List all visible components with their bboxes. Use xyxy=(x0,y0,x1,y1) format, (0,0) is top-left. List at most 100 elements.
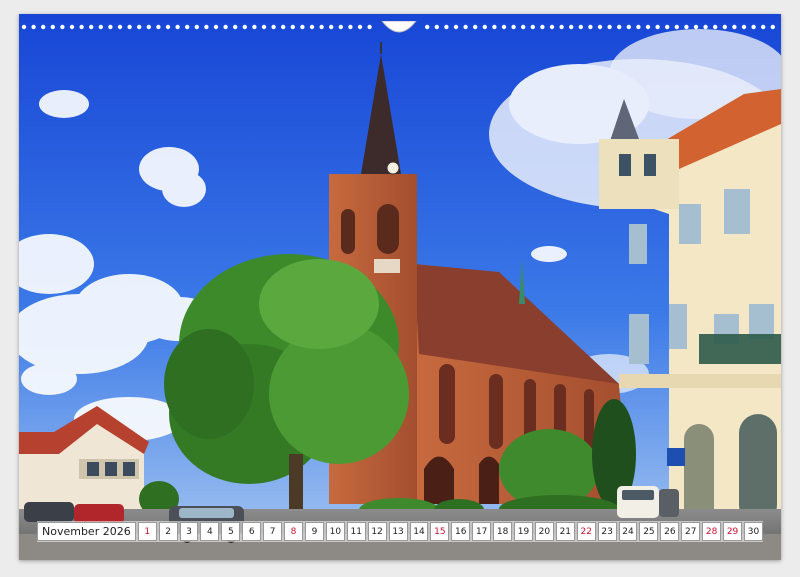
binding-hole xyxy=(60,24,65,30)
binding-hole xyxy=(559,24,564,30)
day-cell: 27 xyxy=(681,522,701,541)
binding-hole xyxy=(482,24,487,30)
day-cell: 3 xyxy=(179,522,199,541)
binding-hole xyxy=(261,24,267,30)
binding-hole xyxy=(271,24,276,30)
day-cell: 7 xyxy=(263,522,283,541)
binding-hole xyxy=(453,24,459,30)
binding-hole xyxy=(655,24,660,30)
day-cell: 20 xyxy=(534,522,554,541)
day-cell: 28 xyxy=(702,522,722,541)
binding-hole xyxy=(444,24,449,30)
calendar-page: November 2026 1 2 3 4 5 6 7 8 9 10 11 12 13 14 15 16 17 1… xyxy=(19,14,781,560)
binding-hole xyxy=(751,24,756,30)
binding-hole xyxy=(357,24,363,30)
binding-hole xyxy=(204,24,209,30)
day-cell: 30 xyxy=(744,522,763,541)
binding-hole xyxy=(463,24,468,30)
binding-hole xyxy=(175,24,180,30)
day-cell: 11 xyxy=(346,522,366,541)
binding-hole xyxy=(588,24,593,30)
day-cell: 12 xyxy=(367,522,387,541)
binding-hole xyxy=(41,24,46,30)
day-cell: 24 xyxy=(618,522,638,541)
binding-hole xyxy=(597,24,603,30)
binding-hole xyxy=(578,24,583,30)
binding-hole xyxy=(165,24,171,30)
day-cell: 14 xyxy=(409,522,429,541)
day-cell: 17 xyxy=(472,522,492,541)
binding-hole xyxy=(674,24,679,30)
binding-hole xyxy=(89,24,94,30)
day-cell: 2 xyxy=(158,522,178,541)
binding-hole xyxy=(185,24,190,30)
day-cell: 21 xyxy=(555,522,575,541)
binding-hole xyxy=(434,24,439,30)
binding-hole xyxy=(761,24,766,30)
binding-hole xyxy=(492,24,497,30)
binding-hole xyxy=(636,24,641,30)
binding-hole xyxy=(300,24,305,30)
binding-hole xyxy=(626,24,631,30)
day-cell: 4 xyxy=(200,522,220,541)
binding-hole xyxy=(69,24,75,30)
day-cell: 15 xyxy=(430,522,450,541)
day-cell: 29 xyxy=(723,522,743,541)
binding-hole xyxy=(79,24,84,30)
binding-hole xyxy=(569,24,574,30)
binding-hole xyxy=(194,24,199,30)
binding-hole xyxy=(713,24,718,30)
binding-hole xyxy=(549,24,555,30)
binding-hole xyxy=(233,24,238,30)
binding-hole xyxy=(281,24,286,30)
binding-hole xyxy=(521,24,526,30)
day-cell: 26 xyxy=(660,522,680,541)
binding-hole xyxy=(722,24,727,30)
binding-hole xyxy=(319,24,324,30)
binding-hole xyxy=(108,24,113,30)
binding-hole xyxy=(473,24,478,30)
day-cell: 16 xyxy=(451,522,471,541)
hanger-notch xyxy=(381,21,417,33)
binding-hole xyxy=(127,24,132,30)
binding-hole xyxy=(348,24,353,30)
binding-hole xyxy=(741,24,747,30)
day-cell: 6 xyxy=(242,522,262,541)
day-cell: 5 xyxy=(221,522,241,541)
binding-hole xyxy=(770,24,775,30)
month-name: November xyxy=(42,525,100,538)
binding-hole xyxy=(146,24,151,30)
calendar-strip: November 2026 1 2 3 4 5 6 7 8 9 10 11 12 13 14 15 16 17 1… xyxy=(37,521,763,542)
day-cell: 23 xyxy=(597,522,617,541)
binding-hole xyxy=(367,24,372,30)
binding-hole xyxy=(98,24,104,30)
binding-hole xyxy=(31,24,36,30)
day-cell: 22 xyxy=(576,522,596,541)
year-label: 2026 xyxy=(102,525,131,538)
day-cell: 13 xyxy=(388,522,408,541)
binding-hole xyxy=(290,24,295,30)
binding-hole xyxy=(501,24,507,30)
binding-hole xyxy=(137,24,142,30)
binding-hole xyxy=(693,24,699,30)
binding-hole xyxy=(732,24,737,30)
binding-hole xyxy=(645,24,651,30)
binding-hole xyxy=(242,24,247,30)
binding-hole xyxy=(338,24,343,30)
binding-hole xyxy=(425,24,430,30)
day-cell: 9 xyxy=(304,522,324,541)
month-label: November 2026 xyxy=(37,522,136,541)
binding-hole xyxy=(617,24,622,30)
church-photo xyxy=(19,14,781,560)
day-cell: 8 xyxy=(284,522,303,541)
day-cell: 25 xyxy=(639,522,659,541)
binding-hole xyxy=(684,24,689,30)
day-cells: 1 2 3 4 5 6 7 8 9 10 11 12 13 14 15 16 17 18 19 20 21 22 23 24 2… xyxy=(137,522,763,541)
binding-hole xyxy=(665,24,670,30)
binding-hole xyxy=(223,24,228,30)
day-cell: 18 xyxy=(493,522,513,541)
spiral-binding xyxy=(21,21,775,33)
binding-hole xyxy=(252,24,257,30)
binding-hole xyxy=(213,24,219,30)
binding-hole xyxy=(530,24,535,30)
